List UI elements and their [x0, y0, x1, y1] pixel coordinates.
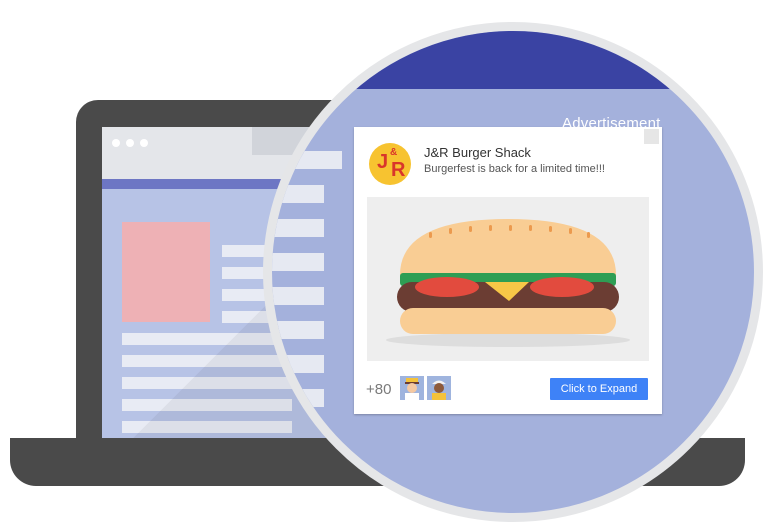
text-line-placeholder — [272, 151, 342, 169]
text-line-placeholder — [272, 389, 324, 407]
text-line-placeholder — [272, 287, 324, 305]
social-count: +80 — [366, 381, 392, 398]
text-line-placeholder — [272, 185, 324, 203]
logo-letter-j: J — [377, 151, 389, 173]
burger-icon — [386, 219, 630, 347]
text-line-placeholder — [272, 423, 324, 441]
magnified-nav-bar — [272, 31, 754, 89]
click-to-expand-button[interactable]: Click to Expand — [550, 378, 648, 400]
text-line-placeholder — [272, 321, 324, 339]
avatar — [427, 376, 451, 400]
ad-card[interactable]: J & R J&R Burger Shack Burgerfest is bac… — [354, 127, 662, 414]
person-avatar-icon — [427, 376, 451, 400]
avatar — [400, 376, 424, 400]
logo-ampersand: & — [390, 147, 398, 158]
chef-avatar-icon — [400, 376, 424, 400]
brand-name: J&R Burger Shack — [424, 145, 531, 160]
ad-image[interactable] — [367, 197, 649, 361]
text-line-placeholder — [272, 219, 324, 237]
ad-tagline: Burgerfest is back for a limited time!!! — [424, 163, 605, 175]
ad-choices-icon[interactable] — [644, 129, 659, 144]
text-line-placeholder — [272, 355, 324, 373]
text-line-placeholder — [272, 253, 324, 271]
logo-letter-r: R — [391, 159, 406, 181]
brand-logo: J & R — [369, 143, 411, 185]
